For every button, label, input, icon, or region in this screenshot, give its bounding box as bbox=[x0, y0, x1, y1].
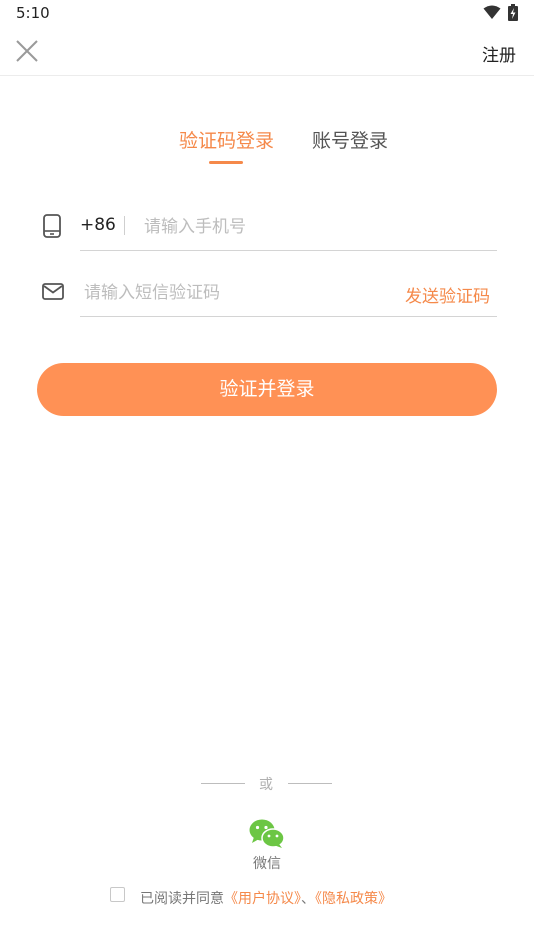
country-code-divider bbox=[124, 216, 125, 235]
or-text: 或 bbox=[259, 777, 273, 793]
phone-input[interactable] bbox=[144, 210, 484, 244]
agreement-checkbox[interactable] bbox=[110, 887, 125, 902]
wechat-icon bbox=[249, 819, 285, 848]
agreement-prefix: 已阅读并同意 bbox=[140, 891, 224, 907]
top-bar: 注册 bbox=[0, 28, 534, 76]
login-tabs: 验证码登录 账号登录 bbox=[0, 126, 534, 166]
status-bar: 5:10 bbox=[0, 0, 534, 28]
code-field-underline bbox=[80, 316, 497, 317]
or-line-left bbox=[201, 783, 245, 784]
sms-code-input[interactable] bbox=[84, 276, 384, 310]
tab-sms-login[interactable]: 验证码登录 bbox=[179, 126, 274, 153]
agreement-text: 已阅读并同意《用户协议》、《隐私政策》 bbox=[140, 888, 392, 908]
country-code[interactable]: +86 bbox=[80, 215, 116, 235]
close-icon[interactable] bbox=[14, 38, 40, 64]
status-time: 5:10 bbox=[16, 4, 50, 22]
verify-login-button[interactable]: 验证并登录 bbox=[37, 363, 497, 416]
phone-field-underline bbox=[80, 250, 497, 251]
agreement-separator: 、 bbox=[301, 891, 315, 907]
active-tab-indicator bbox=[209, 161, 243, 164]
privacy-policy-link[interactable]: 《隐私政策》 bbox=[315, 891, 392, 907]
battery-charging-icon bbox=[508, 4, 518, 21]
wifi-icon bbox=[483, 5, 501, 19]
sms-code-field: 发送验证码 bbox=[40, 273, 497, 317]
phone-field: +86 bbox=[40, 207, 497, 251]
register-button[interactable]: 注册 bbox=[482, 41, 516, 66]
phone-icon bbox=[43, 214, 61, 238]
tab-account-login[interactable]: 账号登录 bbox=[312, 126, 388, 153]
or-line-right bbox=[288, 783, 332, 784]
wechat-label: 微信 bbox=[253, 856, 281, 872]
send-code-button[interactable]: 发送验证码 bbox=[405, 282, 490, 307]
wechat-login-button[interactable]: 微信 bbox=[240, 815, 294, 875]
user-agreement-link[interactable]: 《用户协议》 bbox=[224, 891, 301, 907]
mail-icon bbox=[42, 283, 64, 300]
or-divider: 或 bbox=[0, 773, 534, 795]
